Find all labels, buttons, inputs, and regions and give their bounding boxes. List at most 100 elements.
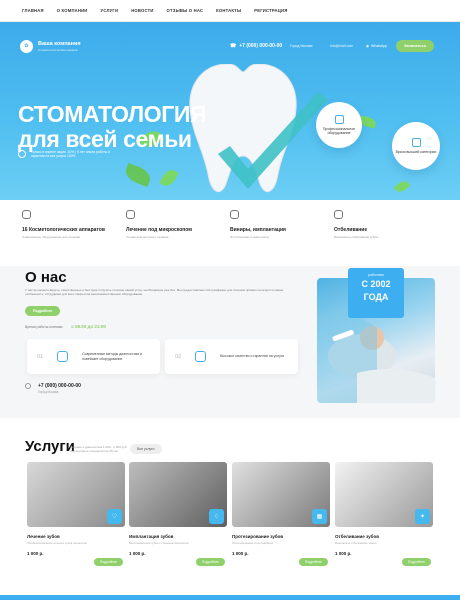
- feature-item: Лечение под микроскопом Точная диагности…: [126, 210, 230, 266]
- brand: Ваша компания Стоматологическая клиника: [38, 41, 81, 52]
- service-image: ✦: [335, 462, 433, 527]
- header-city: Город Москва: [290, 44, 313, 48]
- bubble-doctors: Врачи высшей категории: [392, 122, 440, 170]
- about-title: О нас: [25, 269, 67, 286]
- feature-title: Виниры, имплантация: [230, 227, 286, 233]
- work-hours: Время работы клиники: с 08.00 до 21:00: [25, 324, 106, 329]
- implant-icon: ♢: [209, 509, 224, 524]
- service-image: ♢: [129, 462, 227, 527]
- service-sub: Протезирование и реставрация: [232, 541, 274, 545]
- nav-about[interactable]: О компании: [57, 8, 88, 13]
- leaf-decoration: [393, 178, 411, 195]
- hero-note-text: Только в апреле акция -10% | 5 лет опыта…: [31, 150, 110, 159]
- header-phone-text: +7 (000) 000-00-00: [239, 43, 283, 49]
- service-more-button[interactable]: Подробнее: [298, 558, 328, 566]
- feature-sub: Безопасное отбеливание зубов: [334, 235, 378, 239]
- card-text: Высокое качество и гарантия на услуги: [220, 354, 285, 359]
- nav-news[interactable]: Новости: [131, 8, 153, 13]
- diagnostics-icon: [57, 351, 69, 362]
- leaf-decoration: [159, 167, 179, 189]
- about-city: Город Москва: [38, 390, 59, 394]
- service-price: 1 000 р.: [27, 551, 44, 556]
- equipment-icon: [334, 115, 344, 124]
- service-sub: Безопасное отбеливание эмали: [335, 541, 377, 545]
- since-badge: работаем С 2002 ГОДА: [348, 268, 404, 318]
- since-suffix: ГОДА: [363, 292, 389, 302]
- service-card[interactable]: ♢ Имплантация зубов Восстановление зубов…: [129, 462, 227, 572]
- service-title: Лечение зубов: [27, 534, 60, 539]
- service-title: Имплантация зубов: [129, 534, 174, 539]
- bubble-equipment: Профессиональное оборудование: [316, 102, 362, 148]
- tooth-icon: ♡: [107, 509, 122, 524]
- brand-name: Ваша компания: [38, 40, 81, 47]
- service-more-button[interactable]: Подробнее: [401, 558, 431, 566]
- service-sub: Профессиональное лечение зубов пациентов: [27, 541, 87, 545]
- feature-sub: Эстетическая стоматология: [230, 235, 269, 239]
- hours-label: Время работы клиники:: [25, 324, 64, 329]
- feature-item: 16 Косметологических аппаратов Современн…: [22, 210, 126, 266]
- service-card[interactable]: ♡ Лечение зубов Профессиональное лечение…: [27, 462, 125, 572]
- implant-icon: [230, 210, 239, 219]
- logo-icon[interactable]: ✿: [20, 39, 33, 53]
- features-row: 16 Косметологических аппаратов Современн…: [0, 200, 460, 266]
- whitening-icon: [334, 210, 343, 219]
- since-small: работаем: [368, 273, 384, 277]
- since-year: С 2002: [361, 279, 391, 289]
- microscope-icon: [126, 210, 135, 219]
- service-card[interactable]: ▦ Протезирование зубов Протезирование и …: [232, 462, 330, 572]
- hero-note: Только в апреле акция -10% | 5 лет опыта…: [18, 150, 118, 158]
- card-number: 01: [37, 353, 44, 360]
- nav-home[interactable]: Главная: [22, 8, 44, 13]
- feature-item: Виниры, имплантация Эстетическая стомато…: [230, 210, 334, 266]
- prosthetics-icon: ▦: [312, 509, 327, 524]
- nav-contacts[interactable]: Контакты: [216, 8, 241, 13]
- about-phone[interactable]: +7 (000) 000-00-00 Город Москва: [25, 383, 81, 394]
- header-cta-button[interactable]: Записаться: [396, 40, 434, 52]
- feature-sub: Точная диагностика и лечение: [126, 235, 169, 239]
- about-more-button[interactable]: Подробнее: [25, 306, 61, 316]
- feature-title: 16 Косметологических аппаратов: [22, 227, 105, 233]
- service-card[interactable]: ✦ Отбеливание зубов Безопасное отбеливан…: [335, 462, 433, 572]
- badge-icon: [18, 150, 26, 158]
- service-image: ▦: [232, 462, 330, 527]
- feature-title: Отбеливание: [334, 227, 368, 233]
- nav-register[interactable]: Регистрация: [254, 8, 287, 13]
- header-whatsapp[interactable]: ◉ WhatsApp: [366, 44, 387, 48]
- brand-tagline: Стоматологическая клиника: [38, 47, 78, 52]
- hours-value: с 08.00 до 21:00: [71, 324, 106, 329]
- header-phone[interactable]: ☎ +7 (000) 000-00-00: [230, 43, 282, 49]
- service-price: 1 000 р.: [232, 551, 249, 556]
- services-title: Услуги: [25, 438, 75, 455]
- service-sub: Восстановление зубов с помощью имплантов: [129, 541, 189, 545]
- top-nav: Главная О компании Услуги Новости Отзывы…: [0, 0, 460, 22]
- phone-icon: ☎: [230, 43, 237, 49]
- whatsapp-icon: ◉: [366, 44, 370, 48]
- about-text: У нас вы можете видеть, качественные и б…: [25, 288, 284, 297]
- bubble-equipment-text: Профессиональное оборудование: [322, 127, 356, 135]
- nav-services[interactable]: Услуги: [101, 8, 119, 13]
- doctor-icon: [411, 138, 421, 147]
- card-number: 02: [175, 353, 182, 360]
- feature-item: Отбеливание Безопасное отбеливание зубов: [334, 210, 438, 266]
- hero-title-line1: СТОМАТОЛОГИЯ: [18, 101, 207, 127]
- header-email[interactable]: info@mail.com: [330, 44, 353, 48]
- all-services-button[interactable]: Все услуги: [130, 444, 162, 454]
- hero-title-line2: для всей семьи: [18, 126, 192, 152]
- feature-title: Лечение под микроскопом: [126, 227, 192, 233]
- service-title: Протезирование зубов: [232, 534, 284, 539]
- service-price: 1 000 р.: [335, 551, 352, 556]
- hero-title: СТОМАТОЛОГИЯ для всей семьи: [18, 101, 207, 152]
- whatsapp-label: WhatsApp: [371, 44, 388, 48]
- phone-icon: [25, 383, 31, 389]
- leaf-decoration: [123, 163, 153, 187]
- apparatus-icon: [22, 210, 31, 219]
- whitening-icon: ✦: [415, 509, 430, 524]
- service-more-button[interactable]: Подробнее: [195, 558, 225, 566]
- nav-reviews[interactable]: Отзывы о нас: [167, 8, 204, 13]
- site-header: ✿ Ваша компания Стоматологическая клиник…: [0, 32, 460, 60]
- service-image: ♡: [27, 462, 125, 527]
- services-note: Лечение и диагностика 1 000 - 2 000 руб.…: [70, 445, 128, 453]
- service-more-button[interactable]: Подробнее: [93, 558, 123, 566]
- hero-section: ✿ Ваша компания Стоматологическая клиник…: [0, 22, 460, 200]
- about-phone-number: +7 (000) 000-00-00: [38, 383, 81, 389]
